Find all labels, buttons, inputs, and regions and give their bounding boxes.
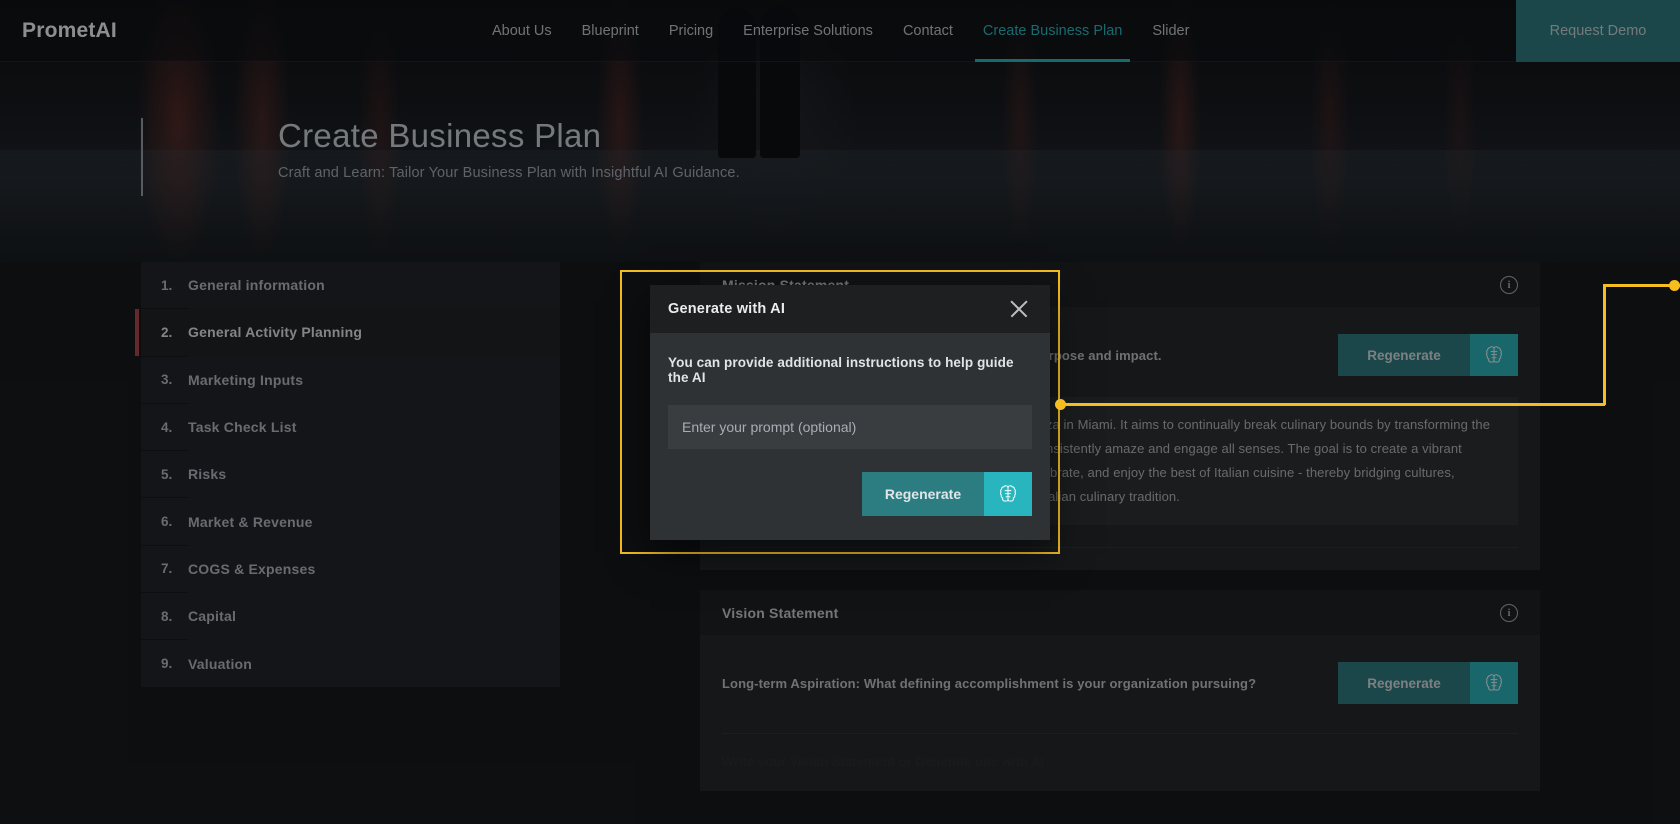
modal-description: You can provide additional instructions …	[668, 355, 1014, 385]
modal-actions: Regenerate	[668, 472, 1032, 516]
brain-ai-icon	[984, 472, 1032, 516]
prompt-input[interactable]	[668, 405, 1032, 449]
modal-header: Generate with AI	[650, 285, 1050, 333]
modal-regenerate-button[interactable]: Regenerate	[862, 472, 1032, 516]
generate-with-ai-modal: Generate with AI You can provide additio…	[650, 285, 1050, 540]
modal-title: Generate with AI	[668, 301, 786, 317]
close-icon[interactable]	[1006, 296, 1032, 322]
modal-body: You can provide additional instructions …	[650, 333, 1050, 516]
modal-regenerate-label: Regenerate	[862, 472, 984, 516]
annotation-line-horizontal-left	[1060, 403, 1605, 406]
annotation-anchor-dot-right	[1669, 280, 1680, 291]
annotation-anchor-dot-left	[1055, 399, 1066, 410]
page-root: PrometAI About Us Blueprint Pricing Ente…	[0, 0, 1680, 824]
annotation-line-vertical	[1603, 284, 1606, 405]
